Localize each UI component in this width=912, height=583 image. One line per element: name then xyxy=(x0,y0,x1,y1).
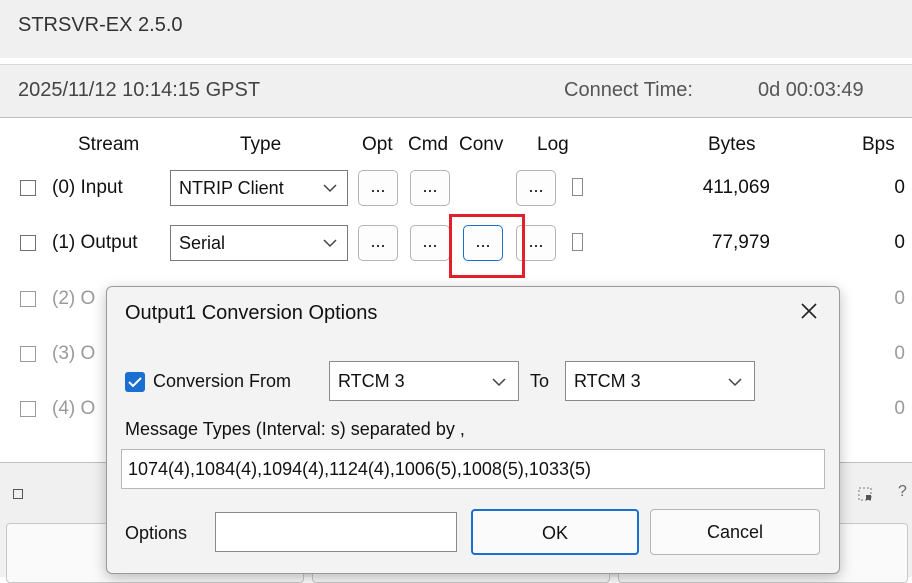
bytes-value: 411,069 xyxy=(702,177,770,198)
bps-value: 0 xyxy=(894,177,905,198)
row-checkbox[interactable] xyxy=(20,291,36,307)
conversion-checkbox[interactable] xyxy=(125,372,145,392)
status-time: 2025/11/12 10:14:15 GPST xyxy=(18,79,261,101)
message-types-input[interactable]: 1074(4),1084(4),1094(4),1124(4),1006(5),… xyxy=(121,449,825,489)
cmd-button[interactable]: ... xyxy=(410,170,450,206)
header-conv: Conv xyxy=(459,134,504,155)
highlight-box xyxy=(449,214,525,278)
opt-button[interactable]: ... xyxy=(358,170,398,206)
row-checkbox[interactable] xyxy=(20,235,36,251)
log-indicator xyxy=(572,178,583,196)
stream-label: (4) O xyxy=(52,398,96,419)
resize-icon xyxy=(858,487,872,501)
bytes-value: 77,979 xyxy=(711,232,770,253)
connect-time-label: Connect Time: xyxy=(564,79,693,101)
row-checkbox[interactable] xyxy=(20,401,36,417)
stream-label: (3) O xyxy=(52,343,96,364)
stream-label: (0) Input xyxy=(52,177,123,198)
header-bps: Bps xyxy=(862,134,895,155)
row-checkbox[interactable] xyxy=(20,180,36,196)
stream-label: (2) O xyxy=(52,288,96,309)
help-icon[interactable]: ? xyxy=(898,483,907,501)
chevron-down-icon xyxy=(728,378,742,387)
dialog-title: Output1 Conversion Options xyxy=(125,302,378,324)
status-bar: 2025/11/12 10:14:15 GPST Connect Time: 0… xyxy=(0,64,912,118)
close-icon[interactable] xyxy=(795,297,823,325)
header-type: Type xyxy=(240,134,282,155)
type-select[interactable]: Serial xyxy=(170,225,348,261)
header-stream: Stream xyxy=(78,134,140,155)
app-title: STRSVR-EX 2.5.0 xyxy=(18,14,183,36)
cmd-button[interactable]: ... xyxy=(410,225,450,261)
options-label: Options xyxy=(125,523,188,543)
bps-value: 0 xyxy=(894,398,905,419)
bps-value: 0 xyxy=(894,343,905,364)
chevron-down-icon xyxy=(323,184,337,193)
connect-time-value: 0d 00:03:49 xyxy=(758,79,864,101)
conversion-options-dialog: Output1 Conversion Options Conversion Fr… xyxy=(106,286,840,574)
message-types-value: 1074(4),1084(4),1094(4),1124(4),1006(5),… xyxy=(128,459,591,479)
title-bar: STRSVR-EX 2.5.0 xyxy=(0,0,912,58)
log-button[interactable]: ... xyxy=(516,170,556,206)
bottom-checkbox[interactable] xyxy=(13,489,23,499)
stream-row-input: (0) Input NTRIP Client ... ... ... 411,0… xyxy=(0,162,912,216)
log-indicator xyxy=(572,233,583,251)
options-input[interactable] xyxy=(215,512,457,552)
type-select-value: NTRIP Client xyxy=(179,178,284,198)
to-format-value: RTCM 3 xyxy=(574,371,641,391)
header-log: Log xyxy=(537,134,569,155)
from-format-select[interactable]: RTCM 3 xyxy=(329,361,519,401)
message-types-label: Message Types (Interval: s) separated by… xyxy=(125,419,465,439)
bps-value: 0 xyxy=(894,288,905,309)
header-opt: Opt xyxy=(362,134,393,155)
type-select[interactable]: NTRIP Client xyxy=(170,170,348,206)
to-label: To xyxy=(530,371,550,391)
chevron-down-icon xyxy=(323,239,337,248)
chevron-down-icon xyxy=(492,378,506,387)
from-format-value: RTCM 3 xyxy=(338,371,405,391)
checkmark-icon xyxy=(128,377,142,388)
conversion-from-label: Conversion From xyxy=(153,371,292,391)
header-bytes: Bytes xyxy=(708,134,756,155)
header-cmd: Cmd xyxy=(408,134,449,155)
type-select-value: Serial xyxy=(179,233,226,253)
cancel-button[interactable]: Cancel xyxy=(650,509,820,555)
stream-label: (1) Output xyxy=(52,232,138,253)
bps-value: 0 xyxy=(894,232,905,253)
ok-button[interactable]: OK xyxy=(471,509,639,555)
opt-button[interactable]: ... xyxy=(358,225,398,261)
row-checkbox[interactable] xyxy=(20,346,36,362)
to-format-select[interactable]: RTCM 3 xyxy=(565,361,755,401)
